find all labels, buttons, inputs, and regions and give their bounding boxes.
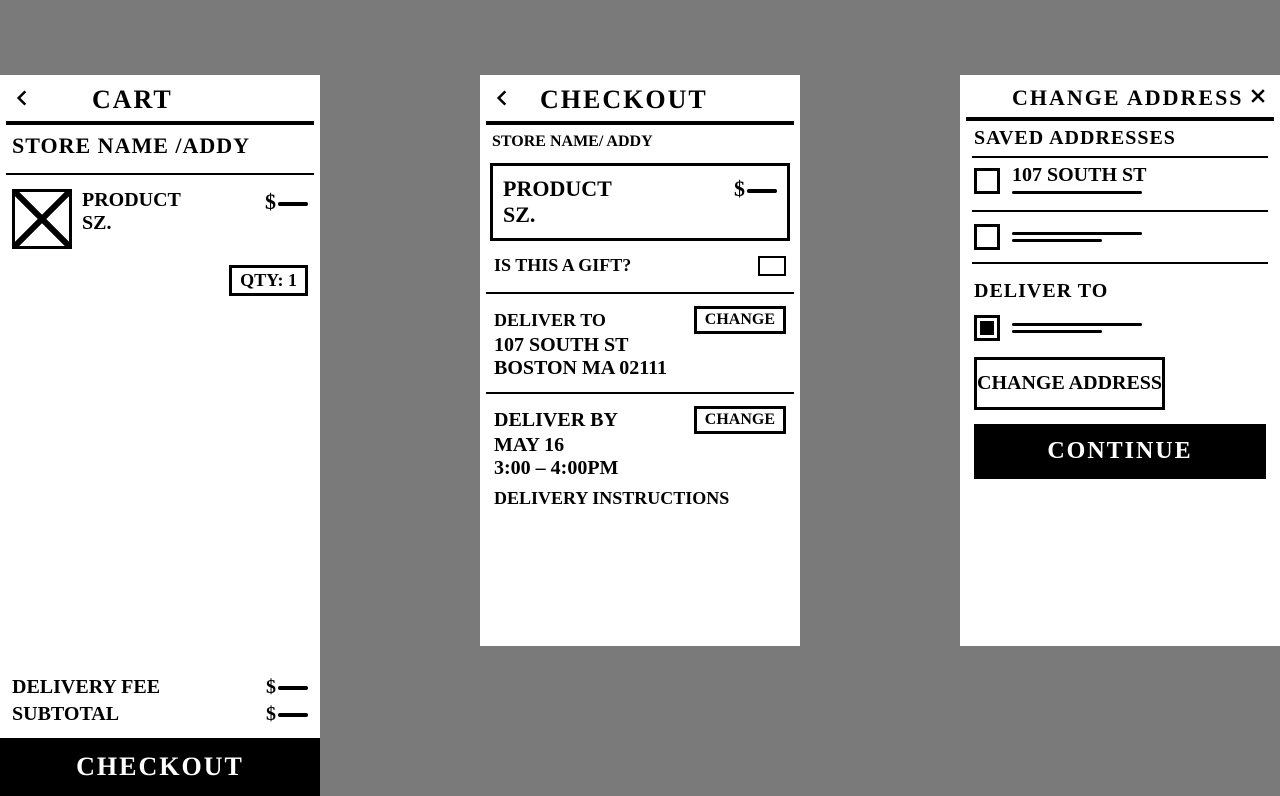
checkout-screen: CHECKOUT STORE NAME/ ADDY PRODUCT $ SZ. …	[480, 75, 800, 646]
divider	[972, 262, 1268, 264]
deliver-to-label: DELIVER TO	[960, 270, 1280, 309]
change-address-button[interactable]: CHANGE ADDRESS	[974, 357, 1165, 410]
deliver-by-block: DELIVER BY CHANGE MAY 16 3:00 – 4:00PM	[480, 400, 800, 486]
product-thumbnail-placeholder	[12, 189, 72, 249]
change-address-title: CHANGE ADDRESS	[1012, 85, 1244, 111]
placeholder-line	[1012, 330, 1102, 333]
gift-question-label: IS THIS A GIFT?	[494, 255, 631, 276]
placeholder-line	[1012, 239, 1102, 242]
back-icon[interactable]	[492, 88, 512, 113]
product-size: SZ.	[503, 202, 777, 228]
cart-item-row: PRODUCT SZ. $	[0, 181, 320, 257]
placeholder-line	[1012, 232, 1142, 235]
placeholder-line	[1012, 191, 1142, 194]
deliver-to-block: DELIVER TO CHANGE 107 SOUTH ST BOSTON MA…	[480, 300, 800, 386]
product-name: PRODUCT	[82, 189, 255, 212]
deliver-time: 3:00 – 4:00PM	[494, 457, 786, 480]
qty-selector[interactable]: QTY: 1	[229, 265, 308, 296]
product-size: SZ.	[82, 212, 255, 235]
gift-row: IS THIS A GIFT?	[480, 245, 800, 286]
deliver-by-label: DELIVER BY	[494, 409, 618, 432]
divider	[6, 173, 314, 175]
product-info: PRODUCT SZ.	[82, 189, 255, 235]
change-address-topbar: CHANGE ADDRESS	[960, 75, 1280, 117]
product-summary-box: PRODUCT $ SZ.	[490, 163, 790, 241]
change-address-screen: CHANGE ADDRESS SAVED ADDRESSES 107 SOUTH…	[960, 75, 1280, 646]
checkout-title: CHECKOUT	[540, 85, 708, 115]
totals-block: DELIVERY FEE $ SUBTOTAL $	[0, 672, 320, 738]
saved-address-row[interactable]	[960, 218, 1280, 256]
product-price: $	[265, 189, 308, 215]
subtotal-value: $	[266, 703, 308, 726]
change-address-button[interactable]: CHANGE	[694, 306, 786, 334]
address-line-2: BOSTON MA 02111	[494, 357, 786, 380]
cart-topbar: CART	[0, 75, 320, 121]
divider	[486, 392, 794, 394]
delivery-instructions-label[interactable]: DELIVERY INSTRUCTIONS	[480, 486, 800, 519]
saved-address-row[interactable]: 107 SOUTH ST	[960, 158, 1280, 204]
close-icon[interactable]	[1248, 86, 1268, 111]
placeholder-line	[1012, 323, 1142, 326]
deliver-to-row[interactable]	[960, 309, 1280, 347]
cart-title: CART	[92, 85, 173, 115]
checkout-button[interactable]: CHECKOUT	[0, 738, 320, 796]
divider	[486, 292, 794, 294]
address-radio-selected[interactable]	[974, 315, 1000, 341]
address-text: 107 SOUTH ST	[1012, 164, 1146, 187]
deliver-to-label: DELIVER TO	[494, 310, 606, 331]
divider	[972, 210, 1268, 212]
change-time-button[interactable]: CHANGE	[694, 406, 786, 434]
deliver-date: MAY 16	[494, 434, 786, 457]
saved-addresses-label: SAVED ADDRESSES	[960, 121, 1280, 156]
gift-checkbox[interactable]	[758, 256, 786, 276]
subtotal-label: SUBTOTAL	[12, 703, 119, 726]
delivery-fee-value: $	[266, 676, 308, 699]
product-price: $	[734, 176, 777, 202]
address-line-1: 107 SOUTH ST	[494, 334, 786, 357]
address-checkbox[interactable]	[974, 224, 1000, 250]
checkout-topbar: CHECKOUT	[480, 75, 800, 121]
back-icon[interactable]	[12, 88, 32, 113]
continue-button[interactable]: CONTINUE	[974, 424, 1266, 479]
delivery-fee-label: DELIVERY FEE	[12, 676, 160, 699]
store-header: STORE NAME /ADDY	[0, 125, 320, 167]
cart-screen: CART STORE NAME /ADDY PRODUCT SZ. $ QTY:…	[0, 75, 320, 796]
store-header: STORE NAME/ ADDY	[480, 125, 800, 159]
address-checkbox[interactable]	[974, 168, 1000, 194]
product-name: PRODUCT	[503, 176, 612, 202]
